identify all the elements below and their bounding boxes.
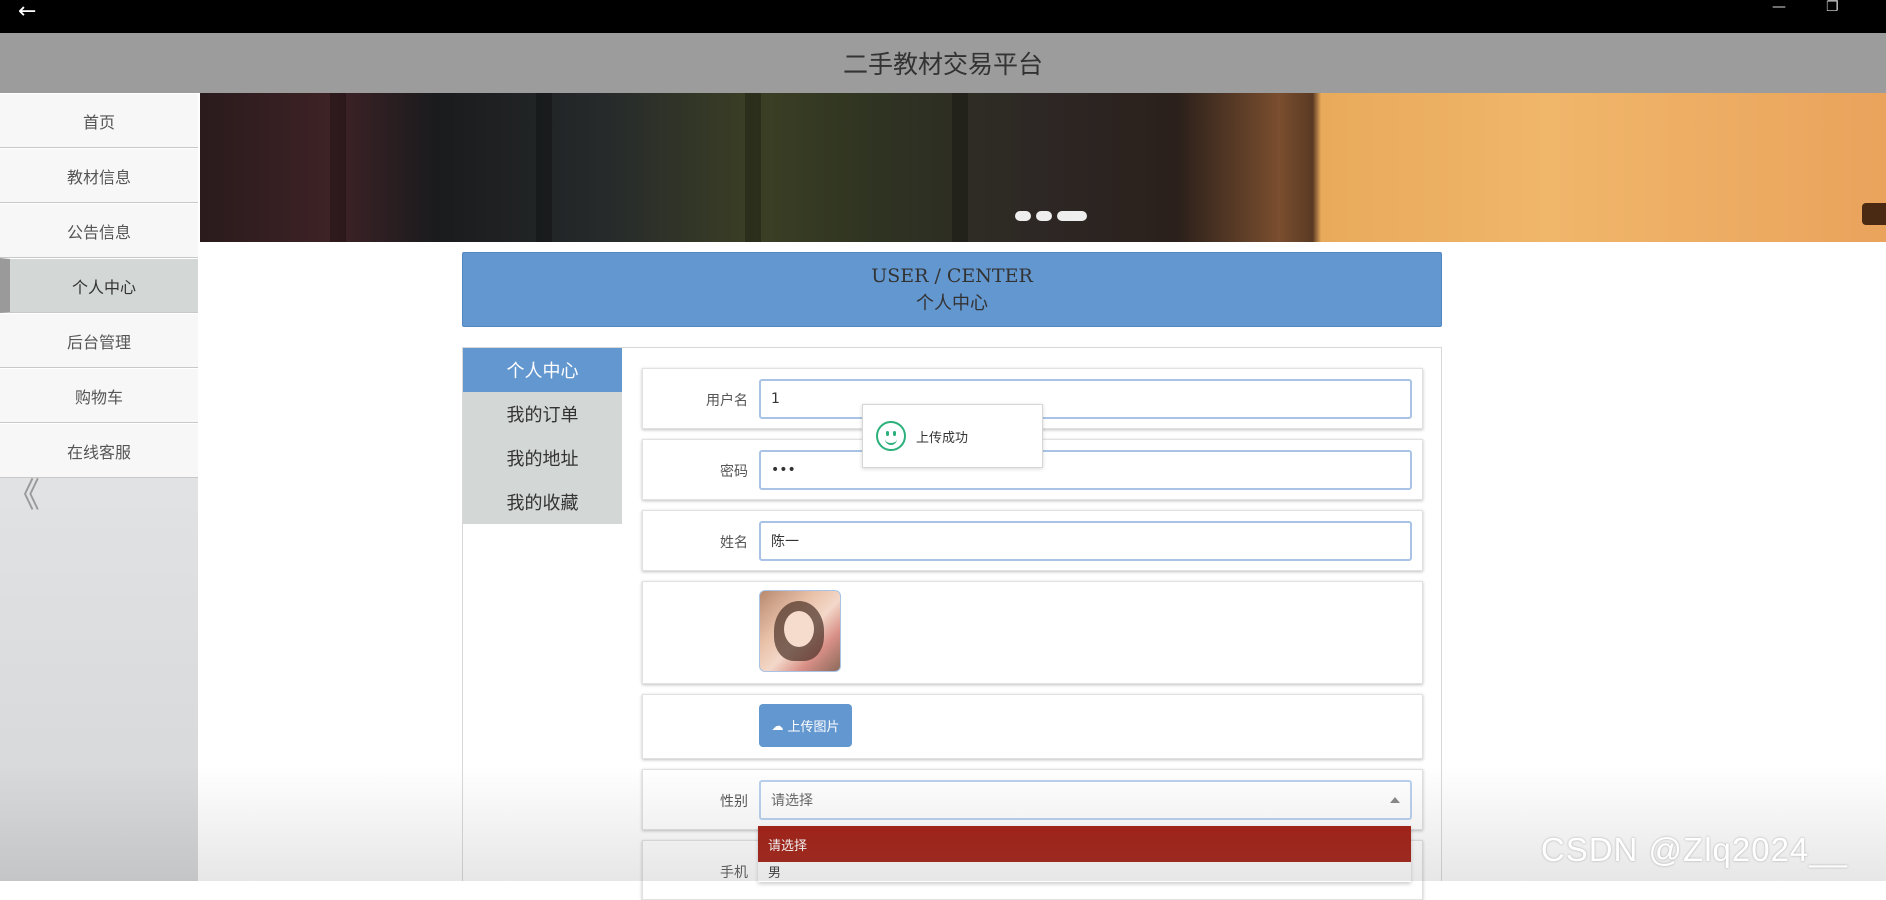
site-title: 二手教材交易平台 xyxy=(842,50,1043,79)
gender-select[interactable]: 请选择 xyxy=(759,780,1412,820)
sidebar-item-cart[interactable]: 购物车 xyxy=(0,368,198,423)
collapse-chevron-icon[interactable]: 《 xyxy=(6,479,40,513)
avatar-row xyxy=(642,581,1423,684)
sidebar-item-online-service[interactable]: 在线客服 xyxy=(0,423,198,478)
minimize-icon[interactable]: — xyxy=(1772,0,1786,14)
sidebar: 首页 教材信息 公告信息 个人中心 后台管理 购物车 在线客服 《 xyxy=(0,93,198,881)
upload-image-button[interactable]: ☁ 上传图片 xyxy=(759,704,852,747)
password-input[interactable]: ••• xyxy=(759,450,1412,490)
gender-dropdown: 请选择 男 xyxy=(758,826,1411,882)
banner-book-seam xyxy=(330,93,346,242)
sidebar-item-label: 教材信息 xyxy=(66,167,131,187)
tab-label: 我的收藏 xyxy=(506,493,579,514)
banner-carousel xyxy=(200,93,1886,242)
banner-book-seam xyxy=(745,93,761,242)
sidebar-item-label: 购物车 xyxy=(74,387,123,407)
carousel-indicators xyxy=(1015,211,1087,221)
sidebar-item-label: 个人中心 xyxy=(71,277,136,297)
name-row: 姓名 陈一 xyxy=(642,510,1423,571)
smile-icon xyxy=(876,421,906,451)
sidebar-item-home[interactable]: 首页 xyxy=(0,93,198,148)
phone-label: 手机 xyxy=(720,865,748,881)
site-header: 二手教材交易平台 xyxy=(0,33,1886,93)
tab-my-favorites[interactable]: 我的收藏 xyxy=(463,480,622,524)
banner-book-seam xyxy=(952,93,968,242)
upload-success-toast: 上传成功 xyxy=(862,404,1043,468)
sidebar-item-label: 后台管理 xyxy=(66,332,131,352)
password-label: 密码 xyxy=(720,464,748,480)
title-english: USER / CENTER xyxy=(871,265,1033,287)
upload-button-label: 上传图片 xyxy=(787,720,840,735)
window-titlebar: ← — ❐ xyxy=(0,0,1886,33)
banner-book-seam xyxy=(536,93,552,242)
gender-row: 性别 请选择 xyxy=(642,769,1423,830)
tab-my-address[interactable]: 我的地址 xyxy=(463,436,622,480)
sidebar-item-label: 在线客服 xyxy=(66,442,131,462)
dropdown-option-placeholder[interactable]: 请选择 xyxy=(758,826,1411,862)
sidebar-item-announcements[interactable]: 公告信息 xyxy=(0,203,198,258)
user-center-title: USER / CENTER 个人中心 xyxy=(462,252,1442,327)
gender-label: 性别 xyxy=(720,794,748,810)
upload-row: ☁ 上传图片 xyxy=(642,694,1423,759)
username-label: 用户名 xyxy=(706,393,748,409)
carousel-dot[interactable] xyxy=(1036,211,1052,221)
avatar-image[interactable] xyxy=(759,590,841,672)
tab-my-orders[interactable]: 我的订单 xyxy=(463,392,622,436)
dropdown-option-male[interactable]: 男 xyxy=(758,862,1411,882)
toast-message: 上传成功 xyxy=(916,430,969,446)
sidebar-item-user-center[interactable]: 个人中心 xyxy=(0,258,198,313)
carousel-dot-active[interactable] xyxy=(1057,211,1087,221)
name-input[interactable]: 陈一 xyxy=(759,521,1412,561)
user-center-tabs: 个人中心 我的订单 我的地址 我的收藏 xyxy=(463,348,622,524)
watermark: CSDN @Zlq2024__ xyxy=(1540,831,1848,868)
sidebar-item-label: 首页 xyxy=(82,112,115,132)
cloud-upload-icon: ☁ xyxy=(771,718,784,733)
carousel-dot[interactable] xyxy=(1015,211,1031,221)
tab-user-center[interactable]: 个人中心 xyxy=(463,348,622,392)
restore-icon[interactable]: ❐ xyxy=(1826,0,1839,14)
back-arrow-icon[interactable]: ← xyxy=(18,1,36,23)
tab-label: 个人中心 xyxy=(506,361,579,382)
caret-up-icon xyxy=(1390,797,1400,803)
title-chinese: 个人中心 xyxy=(916,293,988,314)
sidebar-item-label: 公告信息 xyxy=(66,222,131,242)
tab-label: 我的地址 xyxy=(506,449,579,470)
username-input[interactable]: 1 xyxy=(759,379,1412,419)
gender-select-value: 请选择 xyxy=(771,793,813,809)
avatar-face-shape xyxy=(784,611,814,647)
sidebar-item-textbooks[interactable]: 教材信息 xyxy=(0,148,198,203)
banner-edge-shape xyxy=(1862,203,1886,225)
sidebar-item-admin[interactable]: 后台管理 xyxy=(0,313,198,368)
name-label: 姓名 xyxy=(720,535,748,551)
tab-label: 我的订单 xyxy=(506,405,579,426)
